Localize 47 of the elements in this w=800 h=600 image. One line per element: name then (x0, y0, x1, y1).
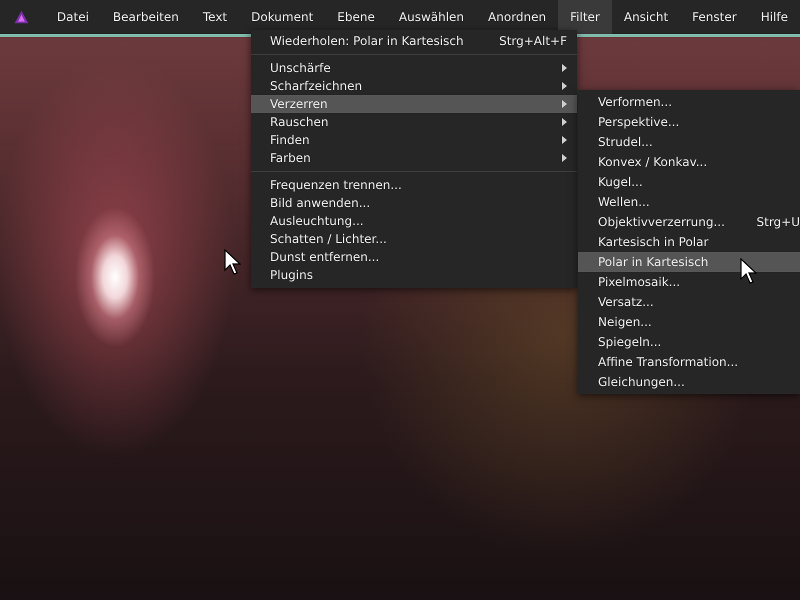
menu-item[interactable]: Dunst entfernen... (251, 248, 577, 266)
menu-item[interactable]: Gleichungen... (578, 372, 800, 392)
menu-item[interactable]: Ansicht (612, 0, 680, 34)
cursor-icon (740, 258, 757, 284)
submenu-arrow-icon (562, 118, 567, 126)
submenu-arrow-icon (562, 154, 567, 162)
cursor-icon (224, 249, 241, 275)
menu-item[interactable]: Ebene (325, 0, 387, 34)
menu-item[interactable]: Neigen... (578, 312, 800, 332)
menu-item[interactable]: Polar in Kartesisch (578, 252, 800, 272)
menu-item[interactable]: Dokument (239, 0, 326, 34)
menu-item[interactable]: Datei (44, 0, 101, 34)
menu-item[interactable]: Spiegeln... (578, 332, 800, 352)
menu-item[interactable]: Ausleuchtung... (251, 212, 577, 230)
menu-item[interactable]: Plugins (251, 266, 577, 284)
menu-item[interactable]: Wellen... (578, 192, 800, 212)
submenu-item[interactable]: Scharfzeichnen (251, 77, 577, 95)
submenu-arrow-icon (562, 64, 567, 72)
menu-item[interactable]: Affine Transformation... (578, 352, 800, 372)
submenu-item[interactable]: Unschärfe (251, 59, 577, 77)
menu-item[interactable]: Schatten / Lichter... (251, 230, 577, 248)
menu-item[interactable]: Anordnen (476, 0, 558, 34)
menu-item[interactable]: Pixelmosaik... (578, 272, 800, 292)
submenu-arrow-icon (562, 82, 567, 90)
submenu-arrow-icon (562, 100, 567, 108)
menu-item[interactable]: Bild anwenden... (251, 194, 577, 212)
menu-item[interactable]: Wiederholen: Polar in Kartesisch Strg+Alt+F (251, 32, 577, 50)
submenu-item[interactable]: Verzerren (251, 95, 577, 113)
menu-item[interactable]: Versatz... (578, 292, 800, 312)
menu-item[interactable]: Strudel... (578, 132, 800, 152)
menu-item[interactable]: Verformen... (578, 92, 800, 112)
submenu-item[interactable]: Farben (251, 149, 577, 167)
menu-item[interactable]: Perspektive... (578, 112, 800, 132)
menu-item[interactable]: Auswählen (386, 0, 476, 34)
menu-item[interactable]: Text (190, 0, 240, 34)
menu-item[interactable]: Hilfe (748, 0, 800, 34)
submenu-item[interactable]: Rauschen (251, 113, 577, 131)
menu-item[interactable]: Filter (558, 0, 612, 34)
submenu-item[interactable]: Finden (251, 131, 577, 149)
menu-item[interactable]: Bearbeiten (100, 0, 191, 34)
menu-item[interactable]: Kugel... (578, 172, 800, 192)
menu-item[interactable]: Frequenzen trennen... (251, 176, 577, 194)
menu-item[interactable]: Objektivverzerrung... Strg+U (578, 212, 800, 232)
submenu-arrow-icon (562, 136, 567, 144)
menu-item[interactable]: Fenster (680, 0, 749, 34)
menu-item[interactable]: Kartesisch in Polar (578, 232, 800, 252)
menu-item[interactable]: Konvex / Konkav... (578, 152, 800, 172)
